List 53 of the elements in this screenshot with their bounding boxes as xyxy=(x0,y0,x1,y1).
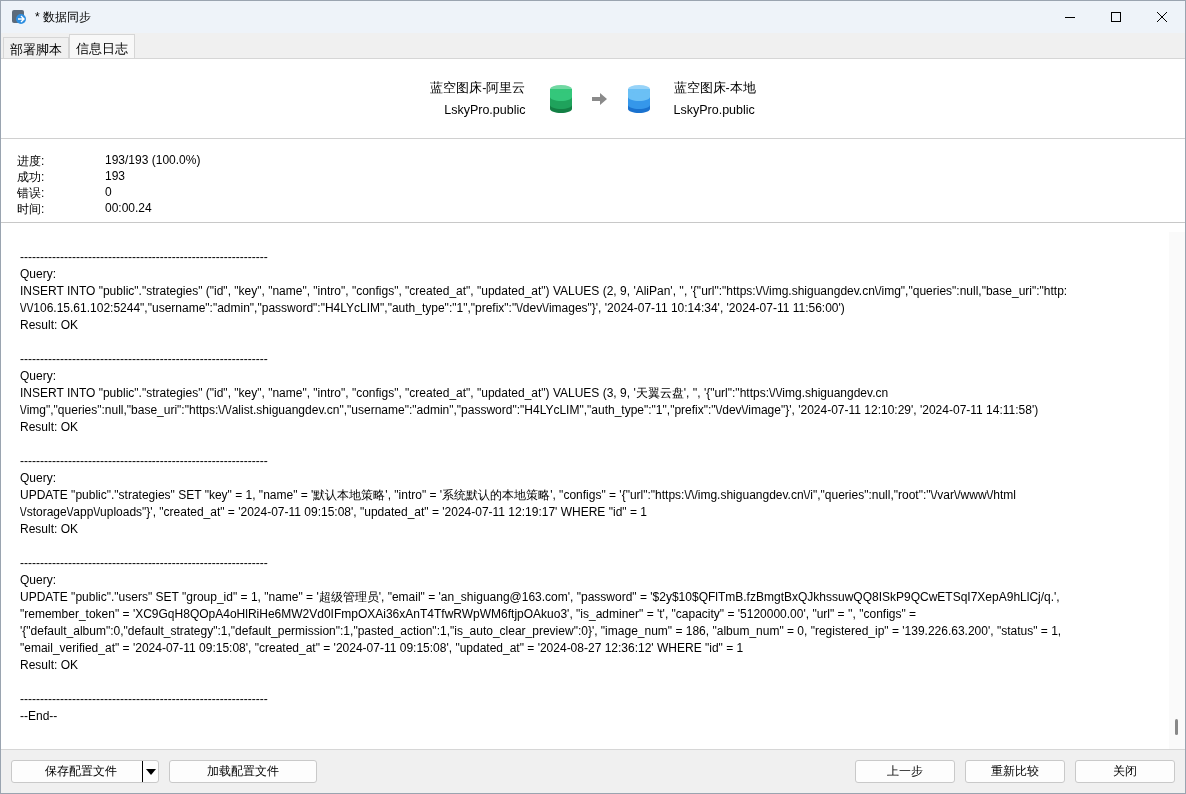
log-line: Query: xyxy=(20,368,57,385)
separator-text: -------------------------------------------------------------- xyxy=(20,555,269,572)
log-line: Query: xyxy=(20,470,57,487)
separator-text: -------------------------------------------------------------- xyxy=(20,249,269,266)
save-split-button[interactable]: 保存配置文件 xyxy=(11,760,159,783)
stat-label: 成功: xyxy=(17,169,46,185)
separator-text: -------------------------------------------------------------- xyxy=(20,691,269,708)
stat-label: 进度: xyxy=(17,153,46,169)
tab[interactable]: 信息日志 xyxy=(69,34,135,59)
log-line: \/img","queries":null,"base_uri":"https:\/\/alist.shiguangdev.cn","username":"admin","password":"H4LYcLIM","auth_type":"1","prefix":"\/dev\/image"}', '2024-07-11 12:10:29', '2024-07-11 14:11:58') xyxy=(20,402,1040,419)
log-line: INSERT INTO "public"."strategies" ("id", "key", "name", "intro", "configs", "created_at", "updated_at") VALUES (3, 9, '天翼云盘', '', '{"url":"https:\/\/img.shiguangdev.cn xyxy=(20,385,890,402)
connection-name: 蓝空图床-阿里云 xyxy=(430,80,526,97)
database-icon xyxy=(549,84,572,113)
app-icon xyxy=(11,9,27,25)
log-line: '{"default_album":0,"default_strategy":1,"default_permission":1,"pasted_action":1,"is_auto_clear_preview":0}', "image_num" = 186, "album_num" = 0, "registered_ip" = '139.226.63.200', "status" = 1, xyxy=(20,623,1063,640)
dialog-button[interactable]: 关闭 xyxy=(1075,760,1175,783)
maximize-icon[interactable] xyxy=(1111,12,1121,22)
log-line: Result: OK xyxy=(20,657,80,674)
stat-value: 00:00.24 xyxy=(105,201,153,217)
log-line: "email_verified_at" = '2024-07-11 09:15:08', "created_at" = '2024-07-11 09:15:08', "updated_at" = '2024-08-27 12:36:12' WHERE "id" = 1 xyxy=(20,640,745,657)
log-line: INSERT INTO "public"."strategies" ("id", "key", "name", "intro", "configs", "created_at", "updated_at") VALUES (2, 9, 'AliPan', '', '{"url":"https:\/\/img.shiguangdev.cn\/img","queries":null,"base_uri":"http: xyxy=(20,283,1069,300)
dropdown-caret-icon[interactable] xyxy=(142,761,158,782)
log-line: \/\/106.15.61.102:5244","username":"admin","password":"H4LYcLIM","auth_type":"1","prefix":"\/dev\/images"}', '2024-07-11 10:14:34', '2024-07-11 11:56:00') xyxy=(20,300,846,317)
close-icon[interactable] xyxy=(1157,12,1167,22)
tab[interactable]: 部署脚本 xyxy=(3,37,69,58)
database-icon xyxy=(627,84,650,113)
log-line: Result: OK xyxy=(20,419,80,436)
schema-name: LskyPro.public xyxy=(444,103,526,117)
log-line: Query: xyxy=(20,266,57,283)
separator-text: -------------------------------------------------------------- xyxy=(20,453,269,470)
log-line: "remember_token" = 'XC9GqH8QOpA4oHlRiHe6MW2Vd0IFmpOXAi36xAnT4TfwRWpWM6ftjpOAkuo3', "is_adminer" = 't', "capacity" = '5120000.00', "url" = '', "configs" = xyxy=(20,606,918,623)
dialog-button[interactable]: 重新比较 xyxy=(965,760,1065,783)
save-config-button[interactable]: 保存配置文件 xyxy=(12,761,142,782)
log-line: --End-- xyxy=(20,708,59,725)
stat-value: 193/193 (100.0%) xyxy=(105,153,202,169)
log-line: UPDATE "public"."users" SET "group_id" = 1, "name" = '超级管理员', "email" = 'an_shiguang@163.com', "password" = '$2y$10$QFlTmB.fzBmgtBxQJkhssuwQQ8ISkP9QCwETSqI7XepA9hLlCj/q.', xyxy=(20,589,1061,606)
dialog-button[interactable]: 加载配置文件 xyxy=(169,760,317,783)
connection-name: 蓝空图床-本地 xyxy=(673,80,756,97)
stat-label: 错误: xyxy=(17,185,46,201)
window-title: * 数据同步 xyxy=(35,8,92,26)
stat-label: 时间: xyxy=(17,201,46,217)
separator-text: -------------------------------------------------------------- xyxy=(20,351,269,368)
log-line: \/storage\/app\/uploads"}', "created_at" = '2024-07-11 09:15:08', "updated_at" = '2024-07-11 12:19:17' WHERE "id" = 1 xyxy=(20,504,648,521)
stat-value: 193 xyxy=(105,169,127,185)
log-line: UPDATE "public"."strategies" SET "key" = 1, "name" = '默认本地策略', "intro" = '系统默认的本地策略', "configs" = '{"url":"https:\/\/img.shiguangdev.cn\/i","queries":null,"root":"\/var\/www\/html xyxy=(20,487,1017,504)
log-line: Query: xyxy=(20,572,57,589)
log-line: Result: OK xyxy=(20,521,80,538)
dialog-button[interactable]: 上一步 xyxy=(855,760,955,783)
stat-value: 0 xyxy=(105,185,113,201)
scroll-thumb[interactable] xyxy=(1175,719,1178,735)
schema-name: LskyPro.public xyxy=(673,103,756,117)
arrow-icon xyxy=(591,91,608,106)
log-line: Result: OK xyxy=(20,317,80,334)
